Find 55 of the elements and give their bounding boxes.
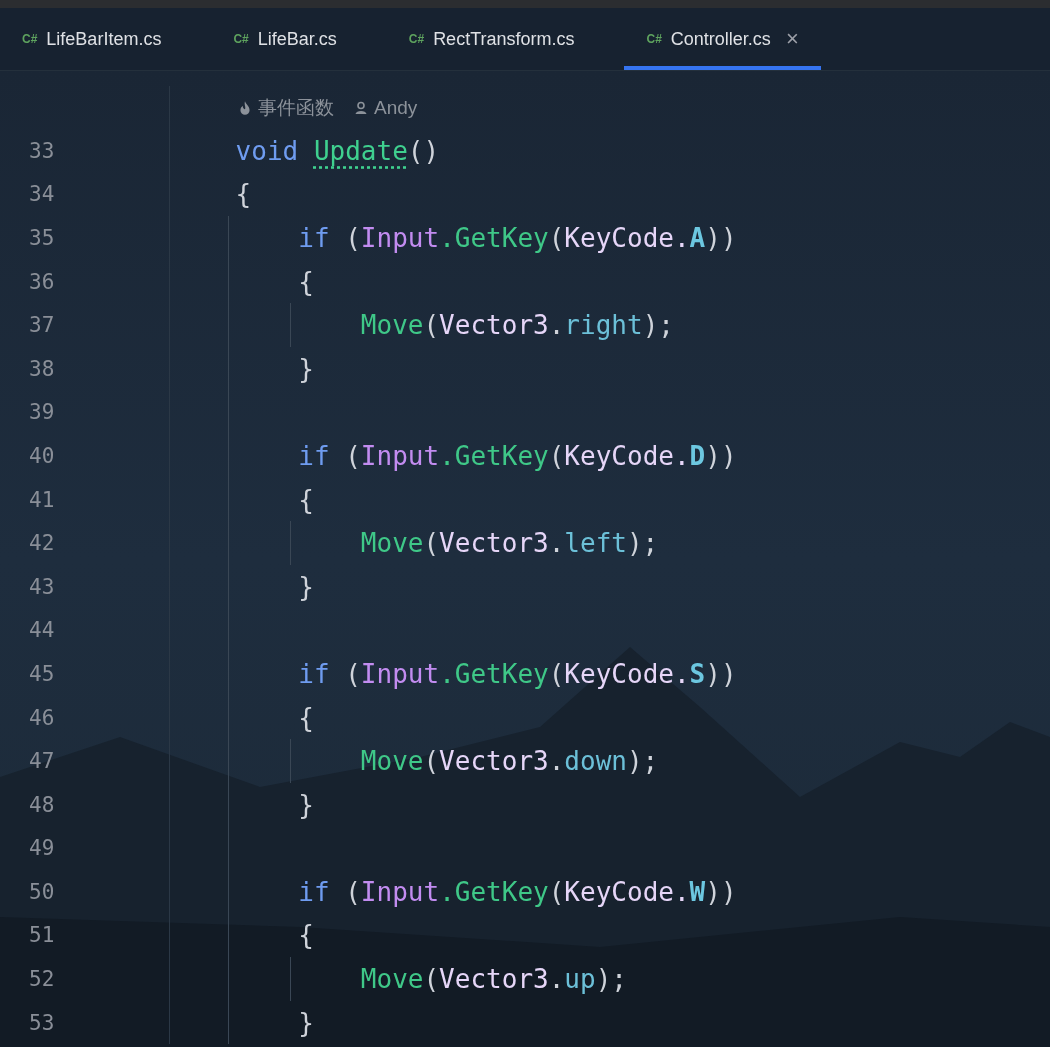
file-tab[interactable]: C# LifeBar.cs — [211, 8, 359, 70]
line-number: 37 — [29, 313, 55, 338]
code-line: Move(Vector3.left); — [359, 528, 659, 559]
code-line: if (Input.GetKey(KeyCode.A)) — [297, 223, 737, 253]
code-line: } — [297, 789, 314, 820]
code-line: { — [234, 179, 252, 210]
line-number: 45 — [29, 661, 55, 686]
code-line: if (Input.GetKey(KeyCode.W)) — [297, 876, 737, 907]
line-number: 52 — [29, 967, 55, 992]
line-number: 51 — [29, 923, 55, 948]
file-tab[interactable]: C# RectTransform.cs — [386, 8, 597, 70]
code-line: { — [297, 920, 314, 951]
code-line: Move(Vector3.up); — [359, 964, 627, 995]
flame-icon — [238, 99, 252, 116]
code-line: Move(Vector3.down); — [359, 746, 659, 777]
line-number: 42 — [29, 531, 55, 556]
tab-label: LifeBarItem.cs — [46, 28, 162, 50]
line-number: 39 — [29, 400, 55, 425]
tab-label: LifeBar.cs — [257, 28, 337, 50]
line-number: 43 — [29, 574, 55, 599]
line-number: 33 — [29, 138, 55, 163]
code-line: { — [297, 702, 314, 733]
code-line: Move(Vector3.right); — [359, 310, 674, 341]
line-number: 48 — [29, 792, 55, 817]
csharp-file-icon: C# — [22, 32, 38, 46]
person-icon — [354, 99, 368, 116]
line-number: 40 — [29, 443, 55, 468]
code-line: if (Input.GetKey(KeyCode.D)) — [297, 440, 737, 471]
csharp-file-icon: C# — [233, 32, 249, 46]
code-line: void Update() — [234, 135, 440, 166]
inlay-hint[interactable]: 事件函数 — [258, 94, 334, 121]
code-line: } — [297, 1007, 314, 1038]
line-number: 34 — [29, 182, 55, 207]
code-line: } — [297, 353, 314, 384]
line-number: 44 — [29, 618, 55, 643]
line-number: 46 — [29, 705, 55, 730]
line-number: 38 — [29, 356, 55, 381]
code-line: { — [297, 266, 314, 297]
code-line: } — [297, 571, 314, 602]
line-number: 36 — [29, 269, 55, 294]
line-number: 35 — [29, 226, 55, 250]
code-line: if (Input.GetKey(KeyCode.S)) — [297, 658, 737, 689]
line-number: 41 — [29, 487, 55, 512]
tab-label: RectTransform.cs — [433, 28, 575, 50]
close-icon[interactable]: × — [785, 26, 799, 52]
author-hint[interactable]: Andy — [374, 96, 418, 119]
csharp-file-icon: C# — [408, 32, 425, 46]
line-number: 50 — [29, 879, 55, 904]
line-number: 53 — [29, 1010, 55, 1035]
code-line: { — [297, 484, 314, 515]
file-tab[interactable]: C# LifeBarItem.cs — [0, 8, 184, 70]
line-number: 47 — [29, 749, 55, 774]
tab-label: Controller.cs — [670, 28, 771, 50]
csharp-file-icon: C# — [646, 32, 662, 46]
line-number: 49 — [29, 836, 55, 861]
